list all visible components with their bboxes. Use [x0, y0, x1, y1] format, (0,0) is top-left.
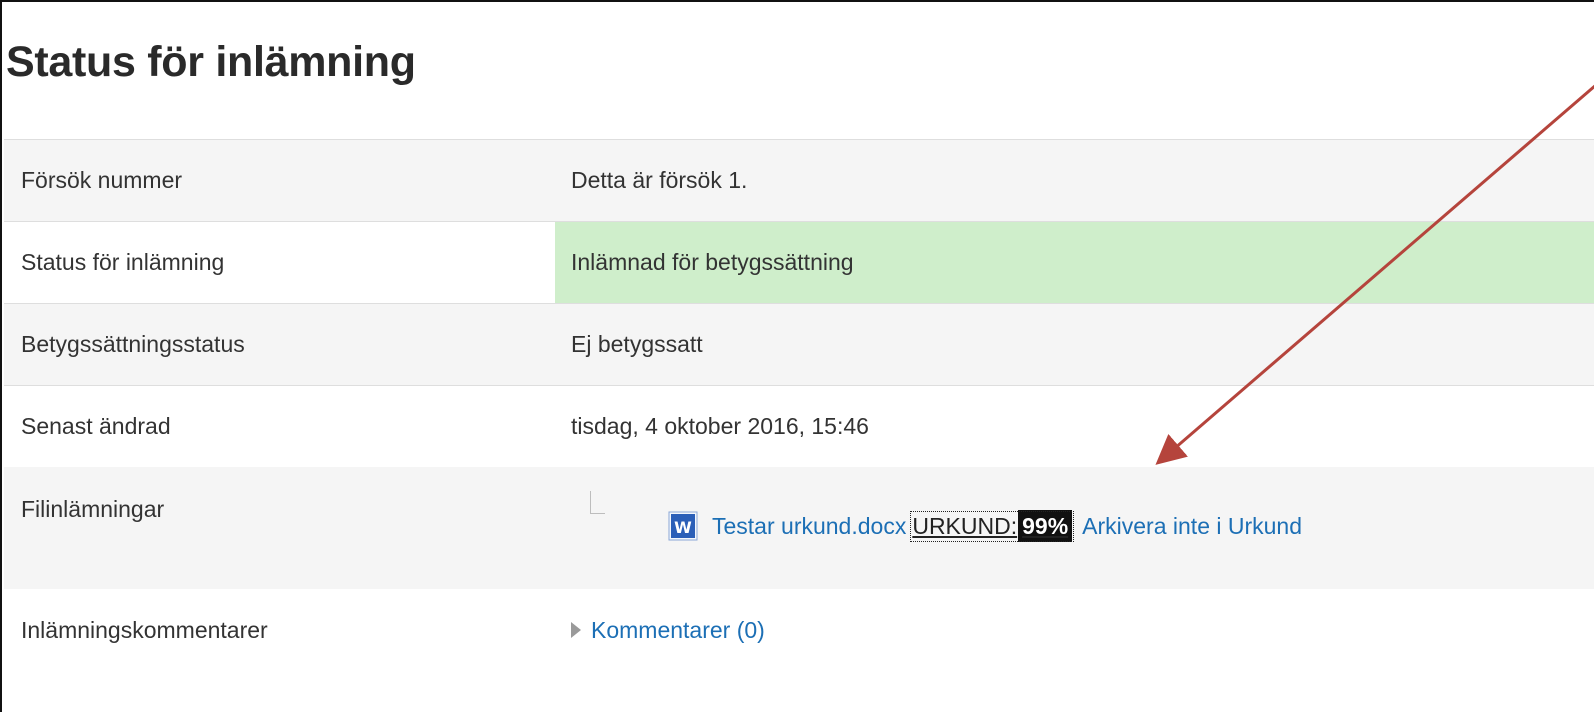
submission-status-value: Inlämnad för betygssättning [555, 222, 1594, 303]
comments-link-label: Kommentarer (0) [591, 616, 765, 643]
urkund-report-link[interactable]: URKUND: 99% [910, 509, 1075, 542]
row-label: Filinlämningar [21, 496, 165, 522]
row-label: Inlämningskommentarer [21, 616, 268, 643]
table-row-last-modified: Senast ändrad tisdag, 4 oktober 2016, 15… [4, 385, 1594, 467]
submission-status-table: Försök nummer Detta är försök 1. Status … [4, 139, 1594, 671]
table-row-file-submissions: Filinlämningar W Testar urkund.docx URKU… [4, 467, 1594, 589]
urkund-score-badge: 99% [1018, 509, 1073, 542]
row-label: Status för inlämning [21, 249, 225, 275]
row-label: Betygssättningsstatus [21, 331, 245, 357]
table-row-attempt: Försök nummer Detta är försök 1. [4, 139, 1594, 221]
table-row-submission-comments: Inlämningskommentarer Kommentarer (0) [4, 589, 1594, 671]
expand-triangle-icon [571, 622, 581, 638]
comments-toggle[interactable]: Kommentarer (0) [571, 617, 765, 644]
screenshot-frame: Status för inlämning Försök nummer Detta… [0, 0, 1594, 712]
row-value: Detta är försök 1. [571, 167, 748, 193]
file-entry: W Testar urkund.docx URKUND: 99% Arkivera… [668, 509, 1302, 542]
file-link[interactable]: Testar urkund.docx [712, 513, 906, 540]
page-title: Status för inlämning [6, 38, 416, 86]
row-value: Ej betygssatt [571, 331, 703, 357]
table-row-submission-status: Status för inlämning Inlämnad för betygs… [4, 221, 1594, 303]
tree-branch-icon [590, 491, 605, 514]
svg-text:W: W [674, 518, 692, 537]
file-submissions-cell: W Testar urkund.docx URKUND: 99% Arkivera… [555, 467, 1594, 589]
comments-cell: Kommentarer (0) [555, 589, 1594, 671]
table-row-grading-status: Betygssättningsstatus Ej betygssatt [4, 303, 1594, 385]
do-not-archive-link[interactable]: Arkivera inte i Urkund [1082, 513, 1302, 540]
row-label: Senast ändrad [21, 413, 171, 439]
row-value: tisdag, 4 oktober 2016, 15:46 [571, 413, 869, 439]
row-label: Försök nummer [21, 167, 183, 193]
urkund-label: URKUND: [912, 512, 1018, 539]
word-document-icon: W [668, 511, 698, 541]
